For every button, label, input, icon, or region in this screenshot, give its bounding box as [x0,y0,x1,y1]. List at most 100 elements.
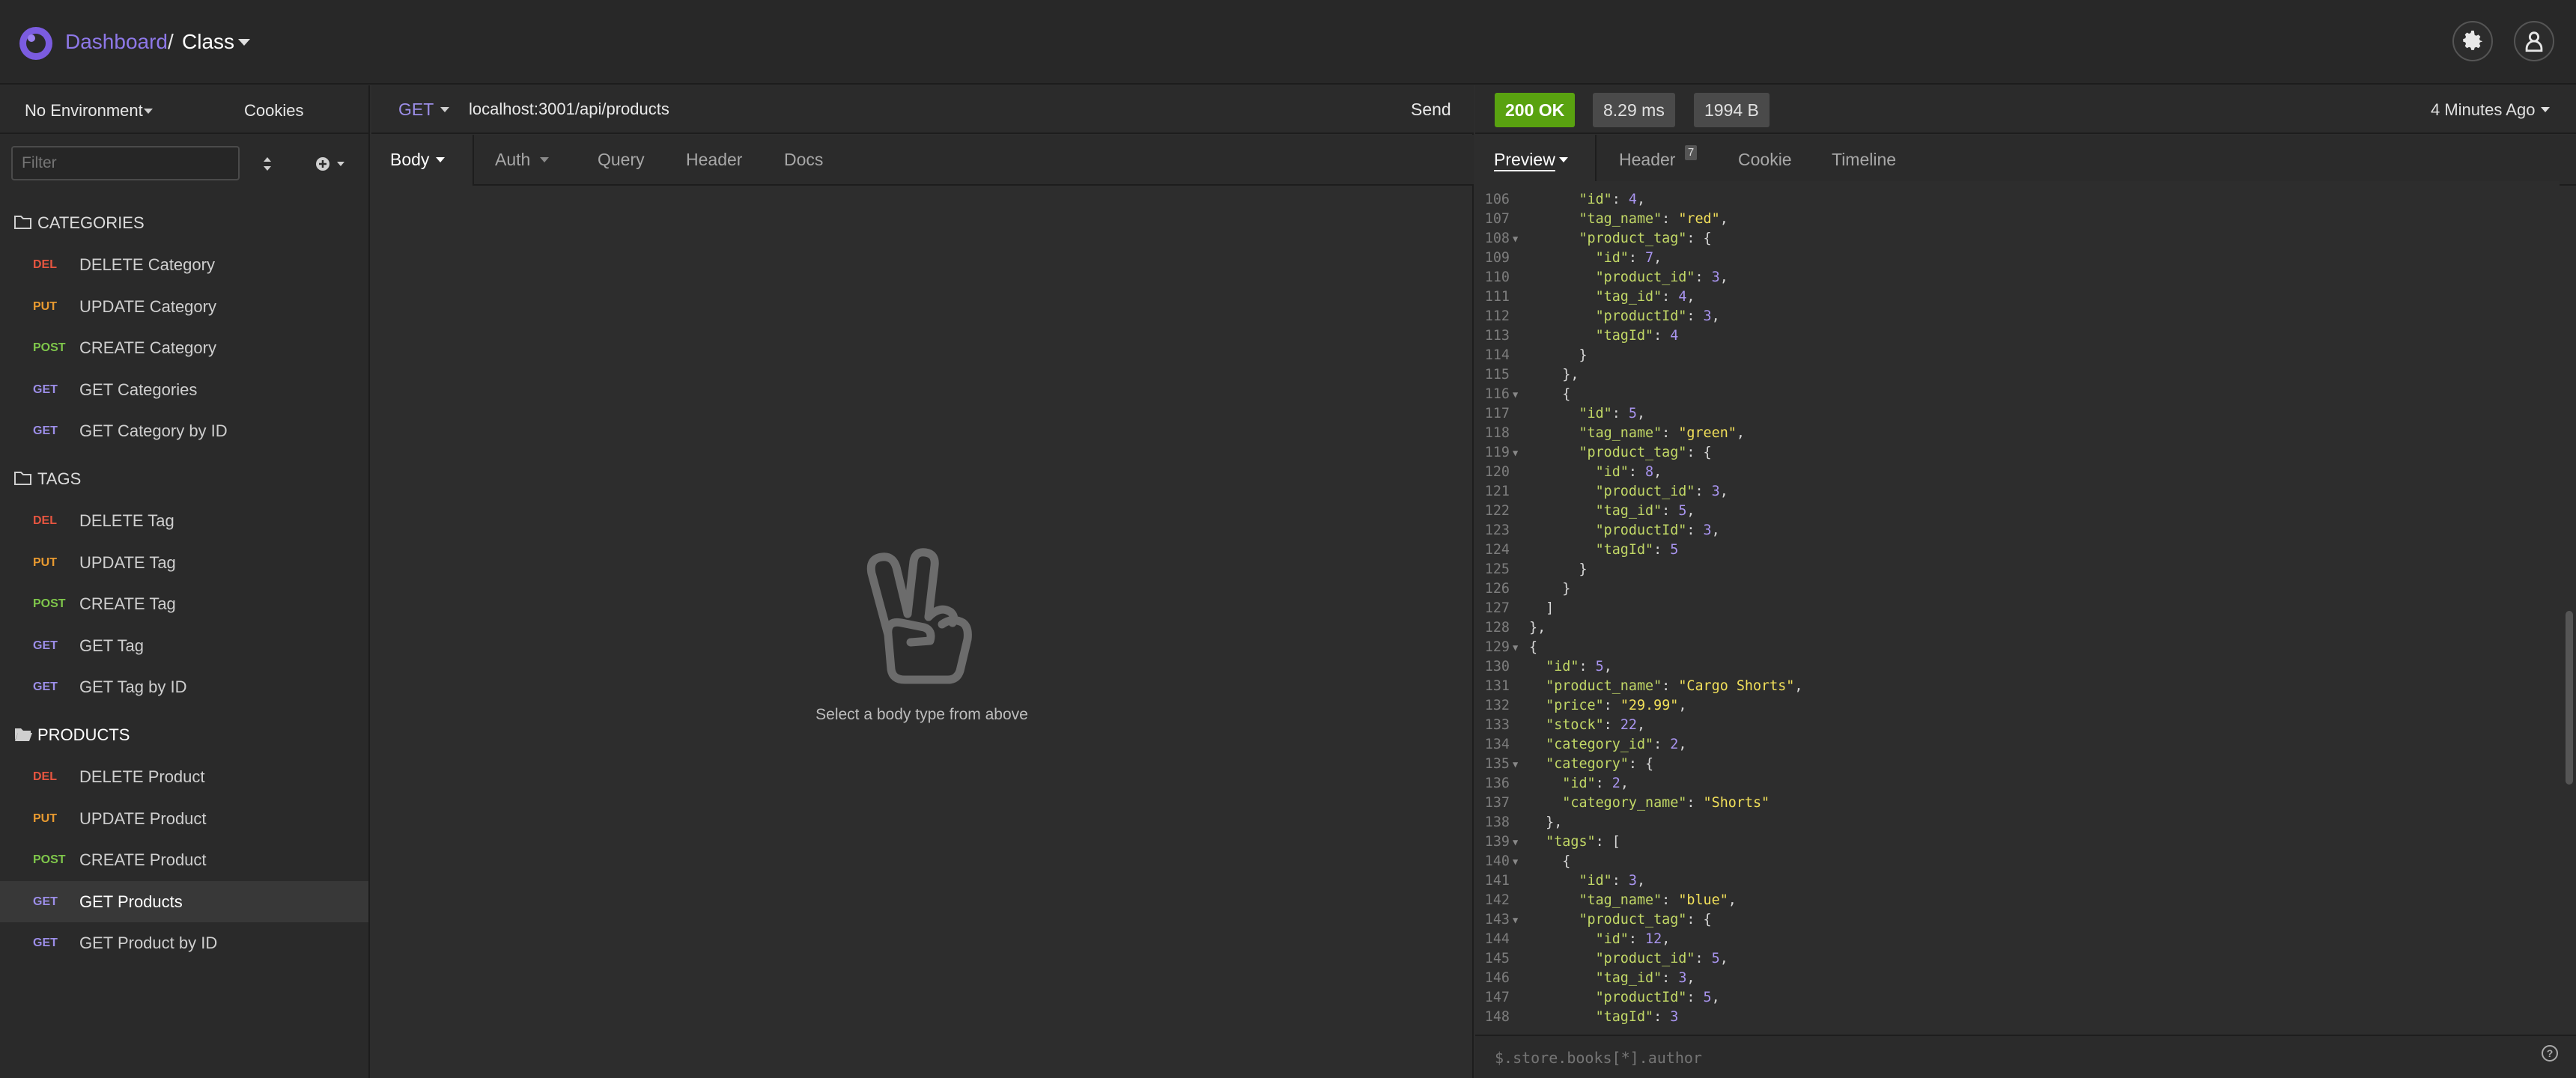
json-filter-input[interactable] [1493,1044,2467,1072]
response-scrollbar-thumb[interactable] [2566,611,2573,785]
auth-chevron-down-icon [540,157,549,162]
url-input[interactable]: localhost:3001/api/products [469,97,669,122]
request-item[interactable]: DEL DELETE Product [0,756,368,797]
code-text: }, [1529,620,1546,636]
request-item[interactable]: GET GET Tag by ID [0,666,368,707]
request-item[interactable]: GET GET Product by ID [0,922,368,963]
method-chevron-down-icon[interactable] [440,107,449,112]
code-line: 141 "id": 3, [1477,871,2560,891]
fold-toggle-icon[interactable]: ▼ [1513,638,1518,657]
code-text: ] [1546,600,1555,616]
help-icon[interactable]: ? [2542,1045,2558,1062]
code-line: 140 ▼ { [1477,852,2560,871]
code-text: "category_name": "Shorts" [1562,795,1770,811]
request-item[interactable]: POST CREATE Product [0,839,368,880]
app-logo-icon[interactable] [19,27,52,60]
request-item[interactable]: GET GET Tag [0,625,368,666]
response-history-dropdown[interactable]: 4 Minutes Ago [2431,98,2535,122]
line-number: 106 [1484,192,1510,207]
line-number: 147 [1484,990,1510,1005]
method-select[interactable]: GET [398,97,434,122]
folder-categories[interactable]: CATEGORIES [0,202,368,244]
code-line: 135 ▼ "category": { [1477,755,2560,774]
request-name: GET Tag [79,636,145,655]
method-badge: DEL [33,258,57,271]
tab-header[interactable]: Header [686,135,742,184]
code-line: 118 "tag_name": "green", [1477,424,2560,443]
response-time-badge: 8.29 ms [1593,93,1675,127]
request-item[interactable]: GET GET Products [0,880,368,922]
fold-toggle-icon[interactable]: ▼ [1513,443,1518,463]
account-button[interactable] [2514,21,2554,61]
code-line: 111 "tag_id": 4, [1477,287,2560,307]
code-line: 133 "stock": 22, [1477,716,2560,735]
folder-products[interactable]: PRODUCTS [0,714,368,756]
fold-toggle-icon[interactable]: ▼ [1513,229,1518,249]
workspace-chevron-down-icon[interactable] [238,39,250,46]
environment-select[interactable]: No Environment [25,100,143,122]
fold-toggle-icon[interactable]: ▼ [1513,832,1518,852]
code-line: 136 "id": 2, [1477,774,2560,794]
settings-button[interactable] [2452,21,2493,61]
sidebar-filter-input[interactable] [11,146,240,180]
request-item[interactable]: DEL DELETE Tag [0,500,368,541]
response-json-viewer[interactable]: 105▼ {106 "id": 4,107 "tag_name": "red",… [1477,183,2560,1035]
line-number: 113 [1484,328,1510,344]
line-number: 126 [1484,581,1510,597]
request-item[interactable]: POST CREATE Tag [0,583,368,624]
tab-query[interactable]: Query [598,135,645,184]
method-badge: GET [33,680,58,694]
cookies-button[interactable]: Cookies [244,100,303,122]
tab-cookie[interactable]: Cookie [1738,135,1792,184]
request-item[interactable]: PUT UPDATE Category [0,286,368,327]
tab-auth[interactable]: Auth [495,135,549,184]
method-badge: PUT [33,299,57,313]
code-line: 123 "productId": 3, [1477,521,2560,540]
fold-toggle-icon[interactable]: ▼ [1513,910,1518,930]
method-badge: GET [33,383,58,396]
method-badge: POST [33,597,66,611]
code-text: "category_id": 2, [1546,737,1687,752]
code-line: 131 "product_name": "Cargo Shorts", [1477,677,2560,696]
request-item[interactable]: PUT UPDATE Tag [0,542,368,583]
fold-toggle-icon[interactable]: ▼ [1513,385,1518,404]
environment-chevron-down-icon[interactable] [144,109,153,114]
response-filter-bar: ? [1475,1035,2576,1078]
breadcrumb-separator: / [168,30,174,53]
breadcrumb-dashboard[interactable]: Dashboard [65,27,168,57]
request-item[interactable]: PUT UPDATE Product [0,798,368,839]
request-name: UPDATE Category [79,296,216,316]
code-line: 124 "tagId": 5 [1477,540,2560,560]
code-line: 142 "tag_name": "blue", [1477,891,2560,910]
line-number: 129 [1484,639,1510,655]
code-text: "id": 5, [1579,406,1646,421]
peace-hand-icon [858,545,985,687]
fold-toggle-icon[interactable]: ▼ [1513,755,1518,774]
line-number: 112 [1484,308,1510,324]
line-number: 130 [1484,659,1510,674]
sort-icon[interactable] [258,153,277,175]
workspace-name[interactable]: Class [182,27,234,57]
tab-body[interactable]: Body [371,135,474,186]
tab-auth-label: Auth [495,150,531,169]
code-line: 110 "product_id": 3, [1477,268,2560,287]
folder-label: CATEGORIES [37,213,145,232]
code-text: "id": 3, [1579,873,1646,889]
tab-body-label: Body [390,150,430,169]
tab-docs[interactable]: Docs [784,135,823,184]
tab-response-header[interactable]: Header 7 [1619,135,1698,184]
code-text: "product_id": 3, [1595,484,1728,499]
line-number: 135 [1484,756,1510,772]
gear-icon [2463,30,2482,50]
send-button[interactable]: Send [1411,97,1451,122]
tab-timeline[interactable]: Timeline [1832,135,1896,184]
request-item[interactable]: DEL DELETE Category [0,244,368,285]
request-item[interactable]: GET GET Categories [0,369,368,410]
folder-tags[interactable]: TAGS [0,458,368,500]
request-item[interactable]: POST CREATE Category [0,327,368,368]
fold-toggle-icon[interactable]: ▼ [1513,852,1518,871]
request-item[interactable]: GET GET Category by ID [0,410,368,451]
add-menu-button[interactable] [313,153,350,175]
history-chevron-down-icon[interactable] [2541,107,2550,112]
tab-preview[interactable]: Preview [1475,135,1597,186]
